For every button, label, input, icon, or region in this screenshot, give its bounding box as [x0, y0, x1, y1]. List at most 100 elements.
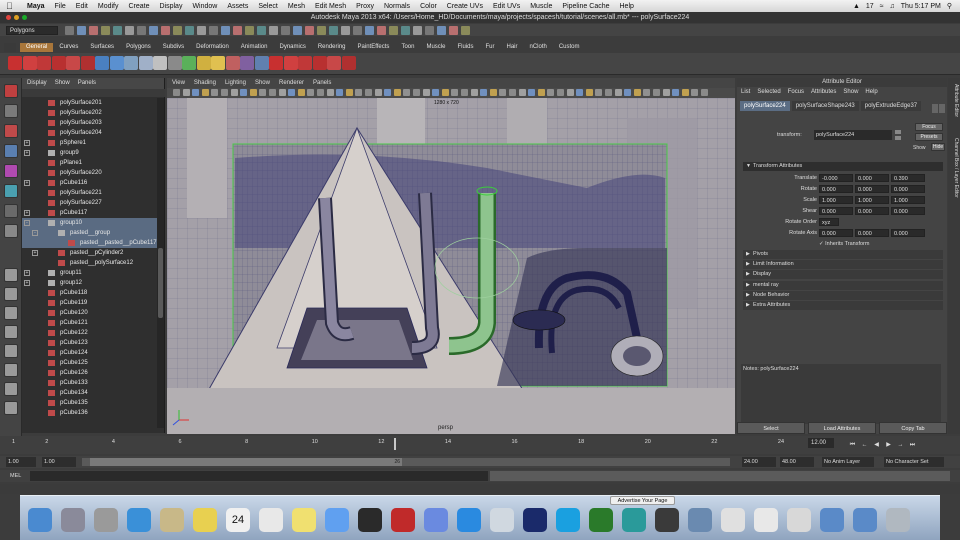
viewport-toolbar-icon[interactable] — [701, 89, 708, 96]
perspective-viewport[interactable]: 1280 x 720 persp — [167, 98, 735, 434]
status-line-icon[interactable] — [269, 25, 278, 35]
notes-field[interactable]: Notes: polySurface224 — [741, 364, 941, 424]
viewport-toolbar-icon[interactable] — [470, 89, 478, 96]
viewport-toolbar-icon[interactable] — [585, 89, 593, 96]
shelf-tab-deformation[interactable]: Deformation — [190, 43, 235, 52]
menu-modify[interactable]: Modify — [93, 3, 124, 10]
search-icon[interactable]: ⚲ — [947, 2, 952, 10]
ae-section-pivots[interactable]: ▶ Pivots — [743, 250, 943, 259]
step-back-icon[interactable]: ← — [860, 441, 869, 450]
status-line-icon[interactable] — [101, 25, 110, 35]
menu-create[interactable]: Create — [123, 3, 154, 10]
status-line-icon[interactable] — [197, 25, 206, 35]
mel-label[interactable]: MEL — [10, 471, 21, 481]
viewport-toolbar-icon[interactable] — [355, 89, 363, 96]
polygon-cylinder-icon[interactable] — [37, 56, 51, 70]
viewport-toolbar-icon[interactable] — [480, 89, 488, 96]
last-tool-icon[interactable] — [4, 224, 18, 238]
ae-section-node-behavior[interactable]: ▶ Node Behavior — [743, 290, 943, 300]
attr-field-rotate-y[interactable]: 0.000 — [855, 185, 889, 193]
outliner-row[interactable]: pCube135 — [22, 398, 157, 408]
presets-button[interactable]: Presets — [915, 133, 943, 141]
tab-scroll-right-icon[interactable] — [939, 104, 945, 113]
status-line-icon[interactable] — [221, 25, 230, 35]
viewport-toolbar-icon[interactable] — [557, 89, 564, 96]
rotate-order-dropdown[interactable]: xyz — [819, 218, 839, 226]
menu-assets[interactable]: Assets — [222, 3, 253, 10]
viewport-toolbar-icon[interactable] — [278, 89, 286, 96]
hide-button[interactable]: Hide — [931, 143, 945, 151]
viewport-toolbar-icon[interactable] — [451, 89, 459, 96]
outliner-row[interactable]: pCube133 — [22, 378, 157, 388]
viewport-toolbar-icon[interactable] — [374, 89, 382, 96]
shelf-tab-custom[interactable]: Custom — [553, 43, 586, 52]
play-forwards-icon[interactable]: ▶ — [884, 441, 893, 450]
outliner-row[interactable]: + pasted__pCylinder2 — [22, 248, 157, 258]
viewport-toolbar-icon[interactable] — [509, 89, 516, 96]
viewport-toolbar-icon[interactable] — [413, 89, 420, 96]
polygon-cone-icon[interactable] — [51, 56, 66, 70]
step-forward-icon[interactable]: → — [896, 441, 905, 450]
viewport-toolbar-icon[interactable] — [297, 89, 305, 96]
notes-icon[interactable] — [292, 508, 316, 532]
viewport-toolbar-icon[interactable] — [345, 89, 353, 96]
attr-field-translate-x[interactable]: -0.000 — [819, 174, 853, 182]
menu-edit[interactable]: Edit — [71, 3, 93, 10]
mail-icon[interactable] — [160, 508, 184, 532]
viewport-toolbar-icon[interactable] — [518, 89, 526, 96]
viewport-toolbar-icon[interactable] — [595, 89, 603, 96]
outliner-row[interactable]: pCube136 — [22, 408, 157, 418]
viewport-menu-view[interactable]: View — [172, 78, 185, 88]
document-icon[interactable] — [787, 508, 811, 532]
menu-muscle[interactable]: Muscle — [525, 3, 557, 10]
viewport-toolbar-icon[interactable] — [336, 89, 344, 96]
outliner-row[interactable]: pCube134 — [22, 388, 157, 398]
down-arrow-icon[interactable] — [895, 136, 901, 140]
viewport-toolbar-icon[interactable] — [691, 89, 699, 96]
viewport-toolbar-icon[interactable] — [288, 89, 296, 96]
lasso-tool-icon[interactable] — [4, 104, 18, 118]
viewport-toolbar-icon[interactable] — [307, 89, 315, 96]
viewport-toolbar-icon[interactable] — [317, 89, 324, 96]
ae-menu-help[interactable]: Help — [865, 87, 877, 97]
attribute-editor-side-tab[interactable]: Attribute Editor — [949, 84, 959, 117]
shelf-tab-animation[interactable]: Animation — [235, 43, 274, 52]
status-line-icon[interactable] — [353, 25, 362, 35]
viewport-toolbar-icon[interactable] — [249, 89, 257, 96]
launchpad-icon[interactable] — [61, 508, 85, 532]
volume-icon[interactable]: ♫ — [890, 3, 895, 10]
scroll-thumb[interactable] — [158, 248, 163, 318]
tab-scroll-left-icon[interactable] — [932, 104, 938, 113]
ae-section-extra-attributes[interactable]: ▶ Extra Attributes — [743, 301, 943, 310]
outliner-row[interactable]: pCube122 — [22, 328, 157, 338]
polygon-cylinder-icon[interactable] — [298, 56, 312, 70]
outliner-row[interactable]: pCube126 — [22, 368, 157, 378]
menu-mesh[interactable]: Mesh — [283, 3, 310, 10]
status-line-icon[interactable] — [281, 25, 290, 35]
channel-box-side-tab[interactable]: Channel Box / Layer Editor — [949, 138, 959, 198]
scale-tool-icon[interactable] — [4, 184, 18, 198]
copy-tab-button[interactable]: Copy Tab — [879, 422, 947, 434]
transform-attributes-section[interactable]: ▼ Transform Attributes — [743, 162, 943, 171]
vuze-icon[interactable] — [589, 508, 613, 532]
viewport-toolbar-icon[interactable] — [633, 89, 641, 96]
polygon-cube-icon[interactable] — [283, 56, 298, 70]
ae-section-display[interactable]: ▶ Display — [743, 270, 943, 280]
status-line-icon[interactable] — [245, 25, 254, 35]
manipulator-icon[interactable] — [4, 204, 18, 218]
polygon-plane-icon[interactable] — [66, 56, 80, 70]
status-line-icon[interactable] — [341, 25, 350, 35]
photo-booth-icon[interactable] — [391, 508, 415, 532]
ae-menu-selected[interactable]: Selected — [757, 87, 780, 97]
attr-field-scale-y[interactable]: 1.000 — [855, 196, 889, 204]
play-backwards-icon[interactable]: ◀ — [872, 441, 881, 450]
expand-icon[interactable]: + — [32, 250, 38, 256]
viewport-toolbar-icon[interactable] — [528, 89, 536, 96]
system-preferences-icon[interactable] — [94, 508, 118, 532]
status-line-icon[interactable] — [365, 25, 374, 35]
viewport-toolbar-icon[interactable] — [365, 89, 372, 96]
shelf-tab-curves[interactable]: Curves — [53, 43, 84, 52]
maya-alt-icon[interactable] — [655, 508, 679, 532]
status-line-icon[interactable] — [185, 25, 194, 35]
outliner-row[interactable]: + group9 — [22, 148, 157, 158]
